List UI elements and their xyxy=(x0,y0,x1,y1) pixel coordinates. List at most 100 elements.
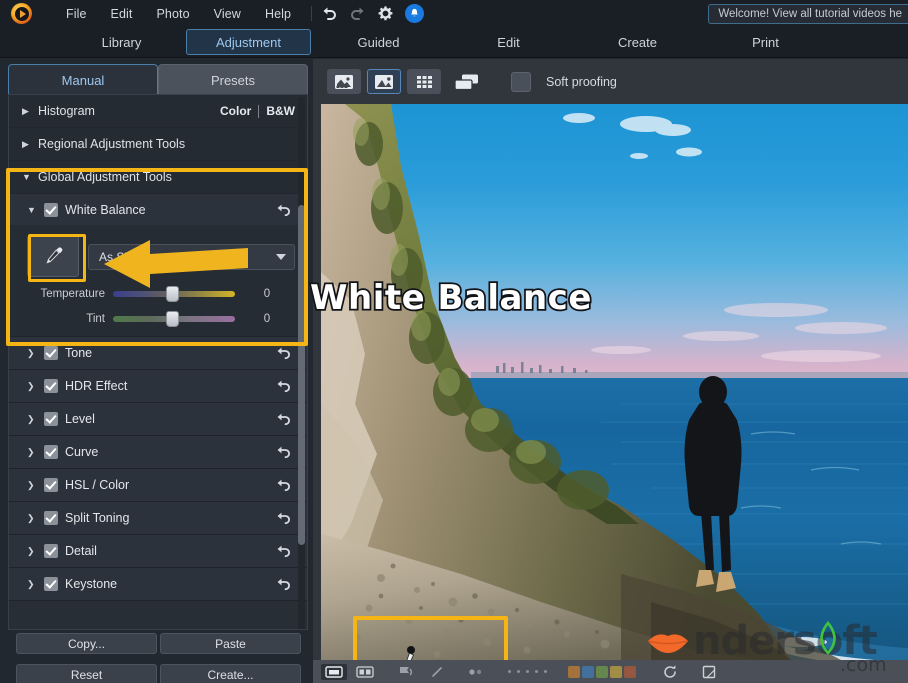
reset-arrow-icon[interactable] xyxy=(275,542,293,560)
compare-view-icon[interactable] xyxy=(447,69,487,94)
reset-arrow-icon[interactable] xyxy=(275,476,293,494)
histogram-bw-option[interactable]: B&W xyxy=(266,104,295,118)
rating-dot[interactable] xyxy=(544,670,547,673)
tool-row-detail[interactable]: ❯ Detail xyxy=(9,535,307,568)
panel-scrollbar[interactable] xyxy=(298,97,305,629)
tool-row-hdr-effect[interactable]: ❯ HDR Effect xyxy=(9,370,307,403)
crop-icon[interactable] xyxy=(696,664,722,680)
photo-image[interactable] xyxy=(321,104,908,660)
tint-slider[interactable] xyxy=(113,311,235,327)
rating-dot[interactable] xyxy=(517,670,520,673)
tab-guided[interactable]: Guided xyxy=(335,29,422,55)
tool-row-split-toning[interactable]: ❯ Split Toning xyxy=(9,502,307,535)
color-label-yellow[interactable] xyxy=(610,665,622,678)
reset-arrow-icon[interactable] xyxy=(275,377,293,395)
color-label-orange[interactable] xyxy=(568,665,580,678)
color-label-blue[interactable] xyxy=(582,665,594,678)
tool-row-level[interactable]: ❯ Level xyxy=(9,403,307,436)
reset-button[interactable]: Reset xyxy=(16,664,157,683)
hdr-effect-checkbox[interactable] xyxy=(44,379,58,393)
reset-arrow-icon[interactable] xyxy=(275,509,293,527)
tab-edit[interactable]: Edit xyxy=(466,29,551,55)
panel-body: ▶ Histogram Color B&W ▶ Regional Adjustm… xyxy=(8,94,308,630)
color-label-red[interactable] xyxy=(624,665,636,678)
bell-icon[interactable] xyxy=(405,4,425,23)
white-balance-preset-select[interactable]: As Shot xyxy=(88,244,295,270)
module-tab-bar: Library Adjustment Guided Edit Create Pr… xyxy=(0,27,908,58)
section-histogram[interactable]: ▶ Histogram Color B&W xyxy=(9,95,307,128)
eyedropper-icon xyxy=(46,247,63,264)
reset-arrow-icon[interactable] xyxy=(275,410,293,428)
hsl-color-checkbox[interactable] xyxy=(44,478,58,492)
tab-print[interactable]: Print xyxy=(723,29,808,55)
color-label-green[interactable] xyxy=(596,665,608,678)
temperature-slider[interactable] xyxy=(113,286,235,302)
tint-slider-row: Tint 0 xyxy=(27,311,295,327)
section-histogram-label: Histogram xyxy=(38,104,95,118)
tone-checkbox[interactable] xyxy=(44,346,58,360)
split-toning-checkbox[interactable] xyxy=(44,511,58,525)
reset-arrow-icon[interactable] xyxy=(275,443,293,461)
tool-row-curve[interactable]: ❯ Curve xyxy=(9,436,307,469)
tab-adjustment[interactable]: Adjustment xyxy=(186,29,311,55)
tool-row-hsl-color[interactable]: ❯ HSL / Color xyxy=(9,469,307,502)
chevron-right-icon: ❯ xyxy=(27,479,35,490)
redo-icon[interactable] xyxy=(349,5,366,22)
white-balance-checkbox[interactable] xyxy=(44,202,58,217)
browser-view-icon[interactable] xyxy=(327,69,361,94)
create-button[interactable]: Create... xyxy=(160,664,301,683)
menu-file[interactable]: File xyxy=(66,7,87,21)
tool-row-tone[interactable]: ❯ Tone xyxy=(9,337,307,370)
tool-label: HDR Effect xyxy=(65,379,128,393)
white-balance-eyedropper-button[interactable] xyxy=(27,235,79,277)
grid-view-icon[interactable] xyxy=(407,69,441,94)
tab-library[interactable]: Library xyxy=(80,29,163,55)
tool-row-keystone[interactable]: ❯ Keystone xyxy=(9,568,307,601)
soft-proofing-checkbox[interactable] xyxy=(511,71,531,92)
welcome-banner[interactable]: Welcome! View all tutorial videos he xyxy=(708,4,908,24)
tab-create[interactable]: Create xyxy=(595,29,680,55)
split-view-icon[interactable] xyxy=(352,664,378,680)
tag-icon[interactable] xyxy=(463,664,489,680)
slider-handle[interactable] xyxy=(166,311,179,327)
menu-view[interactable]: View xyxy=(214,7,241,21)
rating-dot[interactable] xyxy=(526,670,529,673)
rotate-icon[interactable] xyxy=(657,664,683,680)
photo-viewer: Soft proofing xyxy=(313,59,908,683)
panel-tab-manual[interactable]: Manual xyxy=(8,64,158,95)
menu-edit[interactable]: Edit xyxy=(111,7,133,21)
section-regional-adjustment-tools[interactable]: ▶ Regional Adjustment Tools xyxy=(9,128,307,161)
fit-view-icon[interactable] xyxy=(321,663,347,680)
reset-arrow-icon[interactable] xyxy=(275,344,293,362)
chevron-right-icon: ❯ xyxy=(27,413,35,424)
level-checkbox[interactable] xyxy=(44,412,58,426)
quick-toolbar xyxy=(321,4,425,23)
rating-dot[interactable] xyxy=(508,670,511,673)
panel-tab-presets[interactable]: Presets xyxy=(158,64,308,95)
flag-icon[interactable] xyxy=(393,664,419,680)
slider-handle[interactable] xyxy=(166,286,179,302)
reset-arrow-icon[interactable] xyxy=(275,575,293,593)
copy-button[interactable]: Copy... xyxy=(16,633,157,654)
section-global-adjustment-tools[interactable]: ▼ Global Adjustment Tools xyxy=(9,161,307,194)
menu-help[interactable]: Help xyxy=(265,7,291,21)
curve-checkbox[interactable] xyxy=(44,445,58,459)
tool-label: HSL / Color xyxy=(65,478,130,492)
detail-checkbox[interactable] xyxy=(44,544,58,558)
undo-icon[interactable] xyxy=(321,5,338,22)
rating-star-icon[interactable] xyxy=(424,664,450,680)
white-balance-header[interactable]: ▼ White Balance xyxy=(9,194,307,225)
rating-dots[interactable] xyxy=(508,670,547,673)
menu-photo[interactable]: Photo xyxy=(157,7,190,21)
keystone-checkbox[interactable] xyxy=(44,577,58,591)
gear-icon[interactable] xyxy=(377,5,394,22)
white-balance-reset-icon[interactable] xyxy=(275,201,293,219)
scrollbar-thumb[interactable] xyxy=(298,205,305,545)
white-balance-body: As Shot Temperature 0 Tint 0 xyxy=(9,225,307,336)
left-panel: Manual Presets ▶ Histogram Color B&W ▶ R… xyxy=(0,59,313,683)
single-photo-icon[interactable] xyxy=(367,69,401,94)
white-balance-group: ▼ White Balance As Shot Temperature 0 Ti… xyxy=(9,194,307,337)
histogram-color-option[interactable]: Color xyxy=(220,104,251,118)
rating-dot[interactable] xyxy=(535,670,538,673)
paste-button[interactable]: Paste xyxy=(160,633,301,654)
